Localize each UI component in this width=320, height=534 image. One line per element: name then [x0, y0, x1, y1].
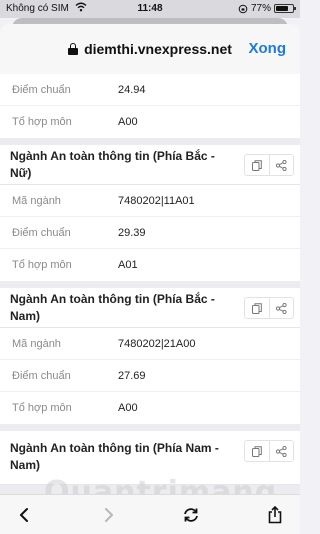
lock-icon	[68, 43, 79, 55]
url-display[interactable]: diemthi.vnexpress.net	[68, 41, 232, 57]
result-card: Ngành An toàn thông tin (Phía Bắc - Nữ)	[0, 145, 300, 281]
back-button[interactable]	[6, 495, 42, 534]
chevron-right-icon	[105, 508, 113, 522]
info-row: Tổ hợp môn A00	[0, 392, 300, 424]
card-title: Ngành An toàn thông tin (Phía Nam - Nam)	[10, 441, 219, 472]
card-header: Ngành An toàn thông tin (Phía Nam - Nam)	[0, 431, 300, 485]
info-row: Mã ngành 7480202|21A00	[0, 328, 300, 360]
copy-icon	[252, 159, 262, 171]
row-value: A00	[118, 402, 138, 414]
orientation-lock-icon	[238, 4, 248, 13]
row-label: Mã ngành	[12, 337, 61, 350]
done-button[interactable]: Xong	[249, 40, 287, 57]
card-header: Ngành An toàn thông tin (Phía Bắc - Nam)	[0, 288, 300, 328]
result-card: Ngành An toàn thông tin (Phía Nam - Nam)	[0, 431, 300, 485]
row-value: 27.69	[118, 369, 146, 382]
copy-button[interactable]	[245, 298, 269, 318]
battery-percent: 77%	[250, 3, 271, 14]
info-row: Điểm chuẩn 27.69	[0, 360, 300, 392]
copy-icon	[252, 302, 262, 314]
share-sheet-button[interactable]	[257, 495, 293, 534]
result-card: Điểm chuẩn 24.94 Tổ hợp môn A00	[0, 74, 300, 138]
browser-toolbar	[0, 494, 300, 534]
row-label: Tổ hợp môn	[12, 259, 72, 271]
info-row: Tổ hợp môn A01	[0, 249, 300, 281]
battery-icon	[274, 4, 296, 13]
row-label: Tổ hợp môn	[12, 116, 72, 128]
card-title: Ngành An toàn thông tin (Phía Bắc - Nam)	[10, 291, 215, 323]
chevron-left-icon	[20, 508, 28, 522]
reload-icon	[184, 508, 198, 522]
row-label: Điểm chuẩn	[12, 226, 71, 239]
row-value: 29.39	[118, 226, 146, 239]
row-value: 24.94	[118, 83, 146, 96]
row-value: A01	[118, 259, 138, 271]
info-row: Điểm chuẩn 24.94	[0, 74, 300, 106]
share-sheet-icon	[268, 506, 282, 524]
share-button[interactable]	[269, 298, 293, 318]
row-label: Tổ hợp môn	[12, 402, 72, 414]
forward-button[interactable]	[91, 495, 127, 534]
share-icon	[276, 445, 287, 457]
result-card: Ngành An toàn thông tin (Phía Bắc - Nam)	[0, 288, 300, 424]
row-value: 7480202|11A01	[118, 194, 195, 207]
url-text: diemthi.vnexpress.net	[84, 41, 232, 57]
share-button[interactable]	[269, 155, 293, 175]
copy-icon	[252, 445, 262, 457]
info-row: Tổ hợp môn A00	[0, 106, 300, 138]
row-value: A00	[118, 116, 138, 128]
row-label: Mã ngành	[12, 194, 61, 207]
card-title: Ngành An toàn thông tin (Phía Bắc - Nữ)	[10, 148, 215, 180]
copy-button[interactable]	[245, 155, 269, 175]
browser-nav-bar: diemthi.vnexpress.net Xong	[0, 24, 300, 74]
card-header: Ngành An toàn thông tin (Phía Bắc - Nữ)	[0, 145, 300, 185]
status-bar: Không có SIM 11:48 77%	[0, 0, 300, 18]
row-label: Điểm chuẩn	[12, 369, 71, 382]
info-row: Điểm chuẩn 29.39	[0, 217, 300, 249]
reload-button[interactable]	[173, 495, 209, 534]
row-value: 7480202|21A00	[118, 337, 196, 350]
row-label: Điểm chuẩn	[12, 83, 71, 96]
share-button[interactable]	[269, 441, 293, 461]
info-row: Mã ngành 7480202|11A01	[0, 185, 300, 217]
share-icon	[276, 302, 287, 314]
share-icon	[276, 159, 287, 171]
page-content[interactable]: Điểm chuẩn 24.94 Tổ hợp môn A00 Ngành An…	[0, 74, 300, 494]
browser-sheet: diemthi.vnexpress.net Xong Điểm chuẩn 24…	[0, 24, 300, 534]
copy-button[interactable]	[245, 441, 269, 461]
